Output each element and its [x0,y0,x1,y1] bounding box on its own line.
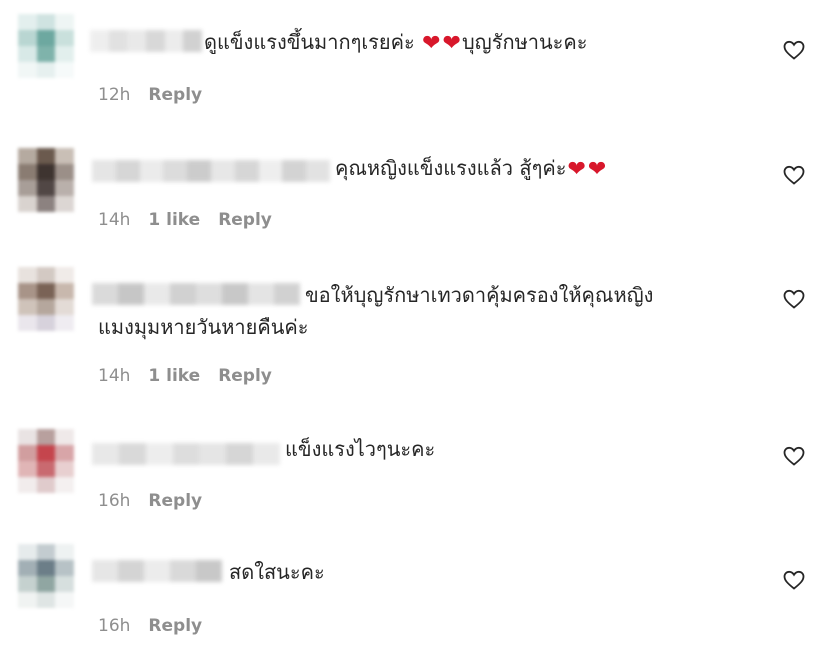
comment-text: สดใสนะคะ [229,560,325,584]
likes-count[interactable]: 1 like [148,366,200,386]
heart-outline-icon[interactable] [782,287,806,311]
heart-outline-icon[interactable] [782,444,806,468]
comment-item: สดใสนะคะ 16h Reply [0,540,820,660]
reply-button[interactable]: Reply [148,491,202,511]
username-blurred[interactable] [92,160,330,182]
heart-outline-icon[interactable] [782,38,806,62]
comment-text: แข็งแรงไวๆนะคะ [285,437,436,461]
comment-meta: 16h Reply [98,616,202,636]
comment-meta: 12h Reply [98,85,202,105]
avatar[interactable] [18,267,74,331]
comment-time[interactable]: 16h [98,616,130,636]
comment-time[interactable]: 14h [98,210,130,230]
red-heart-emoji-icon: ❤ [422,31,441,56]
username-blurred[interactable] [90,30,203,52]
comment-item: ขอให้บุญรักษาเทวดาคุ้มครองให้คุณหญิง แมง… [0,255,820,405]
comment-text-line2: แมงมุมหายวันหายคืนค่ะ [98,315,309,339]
comment-meta: 16h Reply [98,491,202,511]
red-heart-emoji-icon: ❤ [567,157,586,182]
comment-time[interactable]: 16h [98,491,130,511]
comment-item: คุณหญิงแข็งแรงแล้ว สู้ๆค่ะ❤❤ 14h 1 like … [0,130,820,250]
username-blurred[interactable] [92,283,300,305]
avatar[interactable] [18,148,74,212]
comment-item: แข็งแรงไวๆนะคะ 16h Reply [0,415,820,525]
red-heart-emoji-icon: ❤ [587,157,607,182]
comment-text: คุณหญิงแข็งแรงแล้ว สู้ๆค่ะ❤❤ [335,156,607,182]
red-heart-emoji-icon: ❤ [442,31,461,56]
comment-text: ขอให้บุญรักษาเทวดาคุ้มครองให้คุณหญิง [305,283,654,307]
avatar[interactable] [18,544,74,608]
reply-button[interactable]: Reply [218,210,272,230]
username-blurred[interactable] [92,560,222,582]
heart-outline-icon[interactable] [782,163,806,187]
comment-time[interactable]: 14h [98,366,130,386]
avatar[interactable] [18,429,74,493]
username-blurred[interactable] [92,443,281,465]
comment-item: ดูแข็งแรงขึ้นมากๆเรยค่ะ ❤❤บุญรักษานะคะ 1… [0,0,820,120]
comment-meta: 14h 1 like Reply [98,366,272,386]
comment-text: ดูแข็งแรงขึ้นมากๆเรยค่ะ ❤❤บุญรักษานะคะ [204,30,588,56]
avatar[interactable] [18,14,74,78]
reply-button[interactable]: Reply [148,85,202,105]
reply-button[interactable]: Reply [148,616,202,636]
reply-button[interactable]: Reply [218,366,272,386]
heart-outline-icon[interactable] [782,568,806,592]
comment-meta: 14h 1 like Reply [98,210,272,230]
likes-count[interactable]: 1 like [148,210,200,230]
comment-time[interactable]: 12h [98,85,130,105]
